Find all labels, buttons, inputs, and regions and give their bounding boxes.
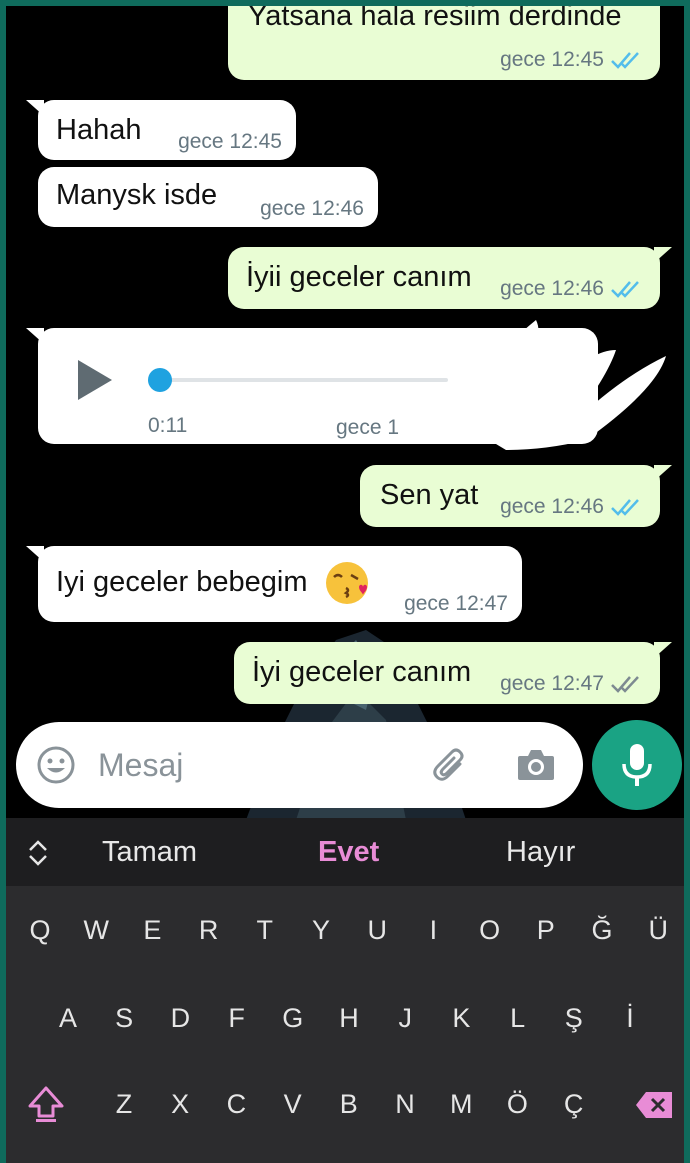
bubble-tail	[26, 328, 44, 344]
key-ö[interactable]: Ö	[493, 1074, 541, 1134]
key-n[interactable]: N	[381, 1074, 429, 1134]
voice-progress-track[interactable]	[160, 378, 448, 382]
key-i[interactable]: I	[409, 900, 457, 960]
message-text: Manysk isde	[56, 179, 218, 211]
key-m[interactable]: M	[437, 1074, 485, 1134]
message-bubble-incoming[interactable]: Iyi geceler bebegim gece 12:47	[26, 546, 522, 622]
message-time: gece 12:47	[500, 672, 604, 695]
kissing-face-emoji-icon	[326, 562, 368, 604]
message-text: Hahah	[56, 114, 142, 146]
message-time: gece 12:46	[500, 495, 604, 518]
message-text: İyii geceler canım	[246, 261, 472, 293]
key-c[interactable]: C	[212, 1074, 260, 1134]
message-bubble-incoming[interactable]: Manysk isde gece 12:46	[38, 167, 378, 227]
key-d[interactable]: D	[156, 988, 204, 1048]
voice-duration: 0:11	[148, 414, 188, 437]
key-r[interactable]: R	[185, 900, 233, 960]
message-time: gece 12:46	[260, 197, 364, 220]
suggestion-bar: Tamam Evet Hayır	[6, 818, 690, 886]
key-t[interactable]: T	[241, 900, 289, 960]
message-input[interactable]: Mesaj	[98, 747, 183, 784]
bubble-tail	[26, 100, 44, 116]
read-ticks-icon	[611, 52, 639, 69]
key-q[interactable]: Q	[16, 900, 64, 960]
key-p[interactable]: P	[522, 900, 570, 960]
suggestion-hayir[interactable]: Hayır	[506, 836, 575, 869]
suggestion-tamam[interactable]: Tamam	[102, 836, 197, 869]
message-meta: gece 12:46	[500, 277, 642, 301]
message-time: gece 12:47	[404, 592, 508, 615]
message-bubble-outgoing[interactable]: Yatsana hala resiim derdinde gece 12:45	[228, 0, 660, 80]
emoji-icon[interactable]	[36, 745, 76, 785]
key-u[interactable]: U	[353, 900, 401, 960]
suggestion-evet[interactable]: Evet	[318, 836, 379, 869]
play-icon[interactable]	[78, 360, 112, 400]
key-y[interactable]: Y	[297, 900, 345, 960]
key-ş[interactable]: Ş	[550, 988, 598, 1048]
key-s[interactable]: S	[100, 988, 148, 1048]
message-text: İyi geceler canım	[252, 656, 472, 688]
message-bubble-outgoing[interactable]: İyi geceler canım gece 12:47	[234, 642, 672, 704]
bubble-tail	[654, 642, 672, 658]
bubble-tail	[654, 465, 672, 481]
read-ticks-icon	[611, 281, 639, 298]
message-meta: gece 12:46	[500, 495, 642, 519]
key-e[interactable]: E	[128, 900, 176, 960]
message-time: gece 12:45	[500, 48, 604, 71]
key-k[interactable]: K	[437, 988, 485, 1048]
microphone-icon	[622, 744, 652, 786]
key-a[interactable]: A	[44, 988, 92, 1048]
chat-area[interactable]: Yatsana hala resiim derdinde gece 12:45 …	[6, 0, 684, 818]
key-l[interactable]: L	[494, 988, 542, 1048]
message-meta: gece 12:45	[500, 48, 642, 72]
shift-icon[interactable]	[26, 1084, 66, 1124]
on-screen-keyboard[interactable]: Tamam Evet Hayır QWERTYUIOPĞÜ ASDFGHJKLŞİ…	[6, 818, 690, 1163]
key-o[interactable]: O	[466, 900, 514, 960]
key-v[interactable]: V	[269, 1074, 317, 1134]
key-x[interactable]: X	[156, 1074, 204, 1134]
delivered-ticks-icon	[611, 676, 639, 693]
backspace-icon[interactable]	[634, 1090, 674, 1120]
message-meta: gece 12:47	[500, 672, 642, 696]
message-time: gece 1	[336, 416, 400, 439]
message-text: Iyi geceler bebegim	[56, 566, 308, 598]
key-f[interactable]: F	[213, 988, 261, 1048]
expand-toggle-icon[interactable]	[26, 838, 50, 868]
key-g[interactable]: G	[269, 988, 317, 1048]
microphone-button[interactable]	[592, 720, 682, 810]
key-w[interactable]: W	[72, 900, 120, 960]
camera-icon[interactable]	[516, 746, 556, 782]
scribble-overlay	[456, 320, 666, 450]
message-bubble-outgoing[interactable]: Sen yat gece 12:46	[360, 465, 672, 527]
key-z[interactable]: Z	[100, 1074, 148, 1134]
message-bubble-incoming[interactable]: Hahah gece 12:45	[26, 100, 296, 160]
key-i̇[interactable]: İ	[606, 988, 654, 1048]
bubble-tail	[654, 247, 672, 263]
read-ticks-icon	[611, 499, 639, 516]
message-text: Yatsana hala resiim derdinde	[248, 0, 622, 32]
attach-icon[interactable]	[430, 744, 472, 786]
key-j[interactable]: J	[381, 988, 429, 1048]
message-time: gece 12:45	[178, 130, 282, 153]
message-time: gece 12:46	[500, 277, 604, 300]
key-h[interactable]: H	[325, 988, 373, 1048]
message-composer[interactable]: Mesaj	[16, 722, 583, 808]
message-text: Sen yat	[380, 479, 479, 511]
key-ğ[interactable]: Ğ	[578, 900, 626, 960]
key-ç[interactable]: Ç	[550, 1074, 598, 1134]
bubble-tail	[26, 546, 44, 562]
voice-progress-knob[interactable]	[148, 368, 172, 392]
key-b[interactable]: B	[325, 1074, 373, 1134]
key-ü[interactable]: Ü	[634, 900, 682, 960]
